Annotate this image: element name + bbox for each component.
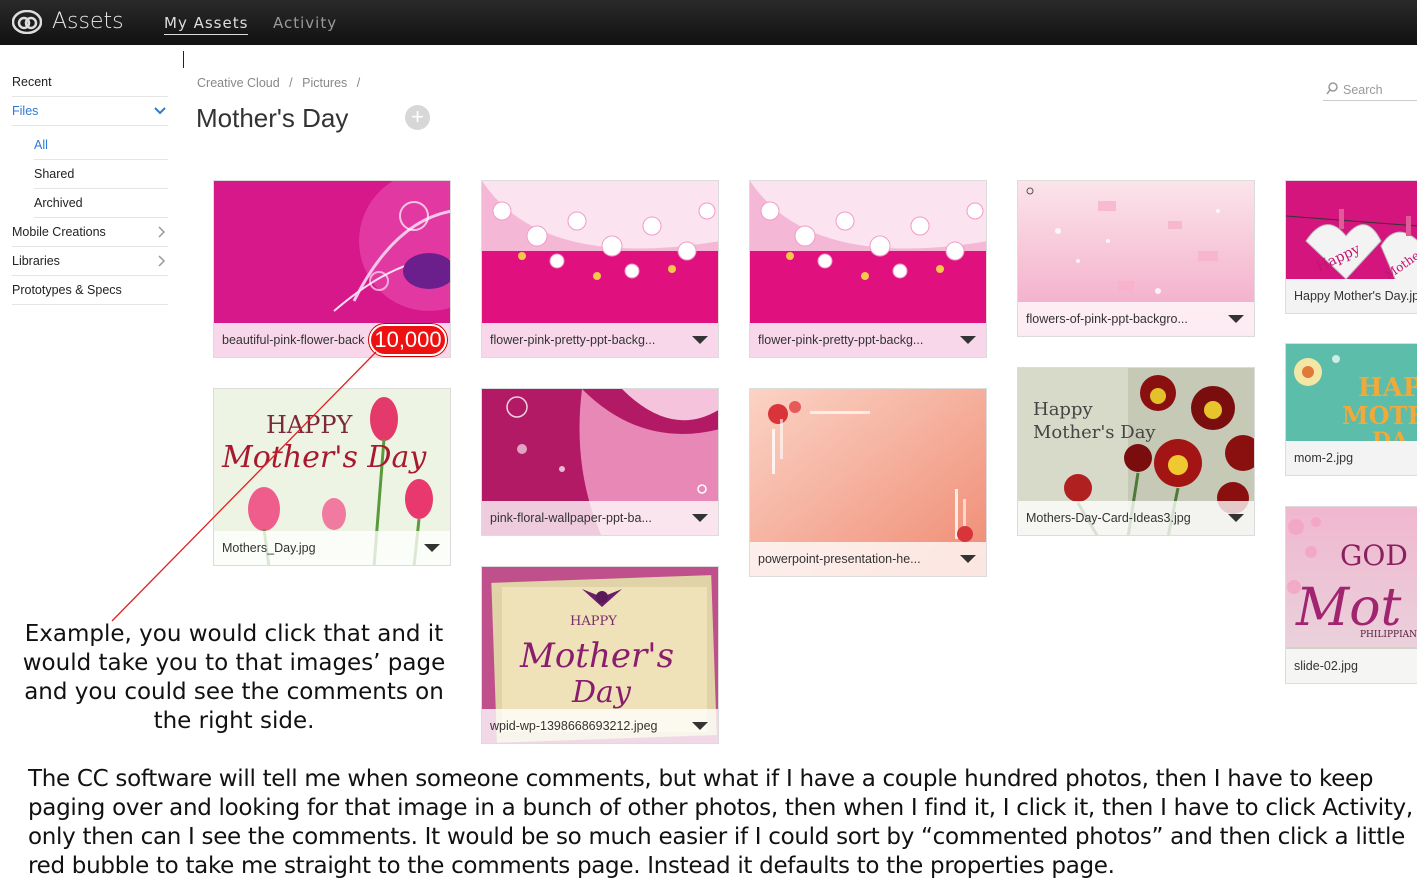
breadcrumb-separator: / <box>289 76 293 90</box>
file-name: powerpoint-presentation-he... <box>750 542 986 576</box>
sidebar-item-all[interactable]: All <box>34 131 168 160</box>
file-name-label: flower-pink-pretty-ppt-backg... <box>490 333 656 347</box>
dropdown-caret-icon[interactable] <box>1228 315 1244 323</box>
annotation-note-example: Example, you would click that and it wou… <box>22 621 446 734</box>
thumb-text-day: Day <box>571 675 632 710</box>
file-name: Mothers-Day-Card-Ideas3.jpg <box>1018 501 1254 535</box>
file-name: Happy Mother's Day.jp <box>1286 279 1417 313</box>
file-name-label: Mothers-Day-Card-Ideas3.jpg <box>1026 511 1191 525</box>
file-name-label: powerpoint-presentation-he... <box>758 552 921 566</box>
sidebar-item-mobile-creations[interactable]: Mobile Creations <box>12 218 168 247</box>
file-name-label: wpid-wp-1398668693212.jpeg <box>490 719 658 733</box>
comment-count-badge[interactable]: 10,000 <box>369 324 447 356</box>
sidebar-item-shared[interactable]: Shared <box>34 160 168 189</box>
file-name: pink-floral-wallpaper-ppt-ba... <box>482 501 718 535</box>
sidebar-item-recent[interactable]: Recent <box>12 68 168 97</box>
thumbnail-image <box>214 181 450 325</box>
sidebar-item-label: Prototypes & Specs <box>12 283 122 297</box>
add-folder-button[interactable]: + <box>405 105 430 130</box>
text-cursor <box>183 51 184 68</box>
thumbnail-image: Happy Mother <box>1286 181 1417 281</box>
file-name: mom-2.jpg <box>1286 441 1417 475</box>
asset-card[interactable]: HAPPY Mother's Day wpid-wp-1398668693212… <box>481 566 719 744</box>
file-name: flower-pink-pretty-ppt-backg... <box>750 323 986 357</box>
thumb-text-god: GOD <box>1340 539 1408 572</box>
sidebar-item-archived[interactable]: Archived <box>34 189 168 218</box>
sidebar-item-label: Files <box>12 104 39 118</box>
file-name-label: Mothers_Day.jpg <box>222 541 316 555</box>
thumb-text-happy: HAPPY <box>266 411 354 439</box>
thumbnail-image <box>750 181 986 325</box>
thumb-text-mothers: Mother's <box>519 636 674 676</box>
breadcrumb-creative-cloud[interactable]: Creative Cloud <box>197 76 280 90</box>
sidebar-item-libraries[interactable]: Libraries <box>12 247 168 276</box>
page-title: Mother's Day <box>196 103 349 133</box>
breadcrumb: Creative Cloud / Pictures / <box>197 76 366 90</box>
dropdown-caret-icon[interactable] <box>692 336 708 344</box>
thumbnail-image <box>482 181 718 325</box>
chevron-right-icon <box>158 255 166 267</box>
asset-card[interactable]: flowers-of-pink-ppt-backgro... <box>1017 180 1255 337</box>
thumb-text-hap: HAP <box>1358 373 1417 403</box>
sidebar-item-label: Mobile Creations <box>12 225 106 239</box>
file-name: slide-02.jpg <box>1286 649 1417 683</box>
chevron-down-icon <box>154 107 166 115</box>
chevron-right-icon <box>158 226 166 238</box>
thumb-text-philippians: PHILIPPIAN <box>1360 630 1417 640</box>
thumb-text-moth: MOTH <box>1342 401 1417 430</box>
file-name: flower-pink-pretty-ppt-backg... <box>482 323 718 357</box>
asset-card[interactable]: flower-pink-pretty-ppt-backg... <box>749 180 987 358</box>
asset-card[interactable]: Happy Mother Happy Mother's Day.jp <box>1285 180 1417 314</box>
asset-card[interactable]: HAPPY Mother's Day Mothers_Day.jpg <box>213 388 451 566</box>
breadcrumb-separator: / <box>356 76 361 90</box>
dropdown-caret-icon[interactable] <box>960 555 976 563</box>
tab-activity[interactable]: Activity <box>273 14 337 32</box>
file-name-label: pink-floral-wallpaper-ppt-ba... <box>490 511 652 525</box>
asset-card[interactable]: HAP MOTH DA mom-2.jpg <box>1285 343 1417 476</box>
creative-cloud-logo-icon[interactable] <box>12 10 42 34</box>
file-name-label: flower-pink-pretty-ppt-backg... <box>758 333 924 347</box>
dropdown-caret-icon[interactable] <box>1228 514 1244 522</box>
sidebar-item-label: Archived <box>34 196 83 210</box>
asset-card[interactable]: Happy Mother's Day Mothers-Day-Card-Idea… <box>1017 367 1255 536</box>
sidebar: Recent Files All Shared Archived Mobile … <box>12 68 168 305</box>
dropdown-caret-icon[interactable] <box>692 514 708 522</box>
annotation-note-explanation: The CC software will tell me when someon… <box>28 766 1413 879</box>
thumb-text-happy: Happy <box>1033 399 1093 420</box>
asset-card[interactable]: flower-pink-pretty-ppt-backg... <box>481 180 719 358</box>
thumb-text-mothers-day: Mother's Day <box>221 440 427 475</box>
sidebar-item-label: Recent <box>12 75 52 89</box>
top-bar: Assets My Assets Activity <box>0 0 1417 45</box>
breadcrumb-pictures[interactable]: Pictures <box>302 76 347 90</box>
app-title: Assets <box>52 9 124 34</box>
dropdown-caret-icon[interactable] <box>692 722 708 730</box>
search-icon <box>1326 82 1338 95</box>
search-placeholder: Search <box>1343 83 1383 97</box>
sidebar-item-files[interactable]: Files <box>12 97 168 126</box>
thumb-text-happy: HAPPY <box>570 614 617 629</box>
search-input[interactable]: Search <box>1323 81 1417 101</box>
thumb-text-mot: Mot <box>1295 578 1402 638</box>
file-name: flowers-of-pink-ppt-backgro... <box>1018 302 1254 336</box>
asset-card[interactable]: powerpoint-presentation-he... <box>749 388 987 577</box>
tab-my-assets[interactable]: My Assets <box>164 14 249 35</box>
thumbnail-image: HAP MOTH DA <box>1286 344 1417 444</box>
sidebar-item-label: All <box>34 138 48 152</box>
dropdown-caret-icon[interactable] <box>424 544 440 552</box>
thumb-text-mothers-day: Mother's Day <box>1033 422 1156 443</box>
asset-card[interactable]: pink-floral-wallpaper-ppt-ba... <box>481 388 719 536</box>
asset-card[interactable]: GOD Mot PHILIPPIAN slide-02.jpg <box>1285 506 1417 684</box>
sidebar-item-prototypes-specs[interactable]: Prototypes & Specs <box>12 276 168 305</box>
dropdown-caret-icon[interactable] <box>960 336 976 344</box>
file-name: wpid-wp-1398668693212.jpeg <box>482 709 718 743</box>
sidebar-item-label: Shared <box>34 167 75 181</box>
sidebar-item-label: Libraries <box>12 254 60 268</box>
file-name: Mothers_Day.jpg <box>214 531 450 565</box>
file-name-label: flowers-of-pink-ppt-backgro... <box>1026 312 1188 326</box>
